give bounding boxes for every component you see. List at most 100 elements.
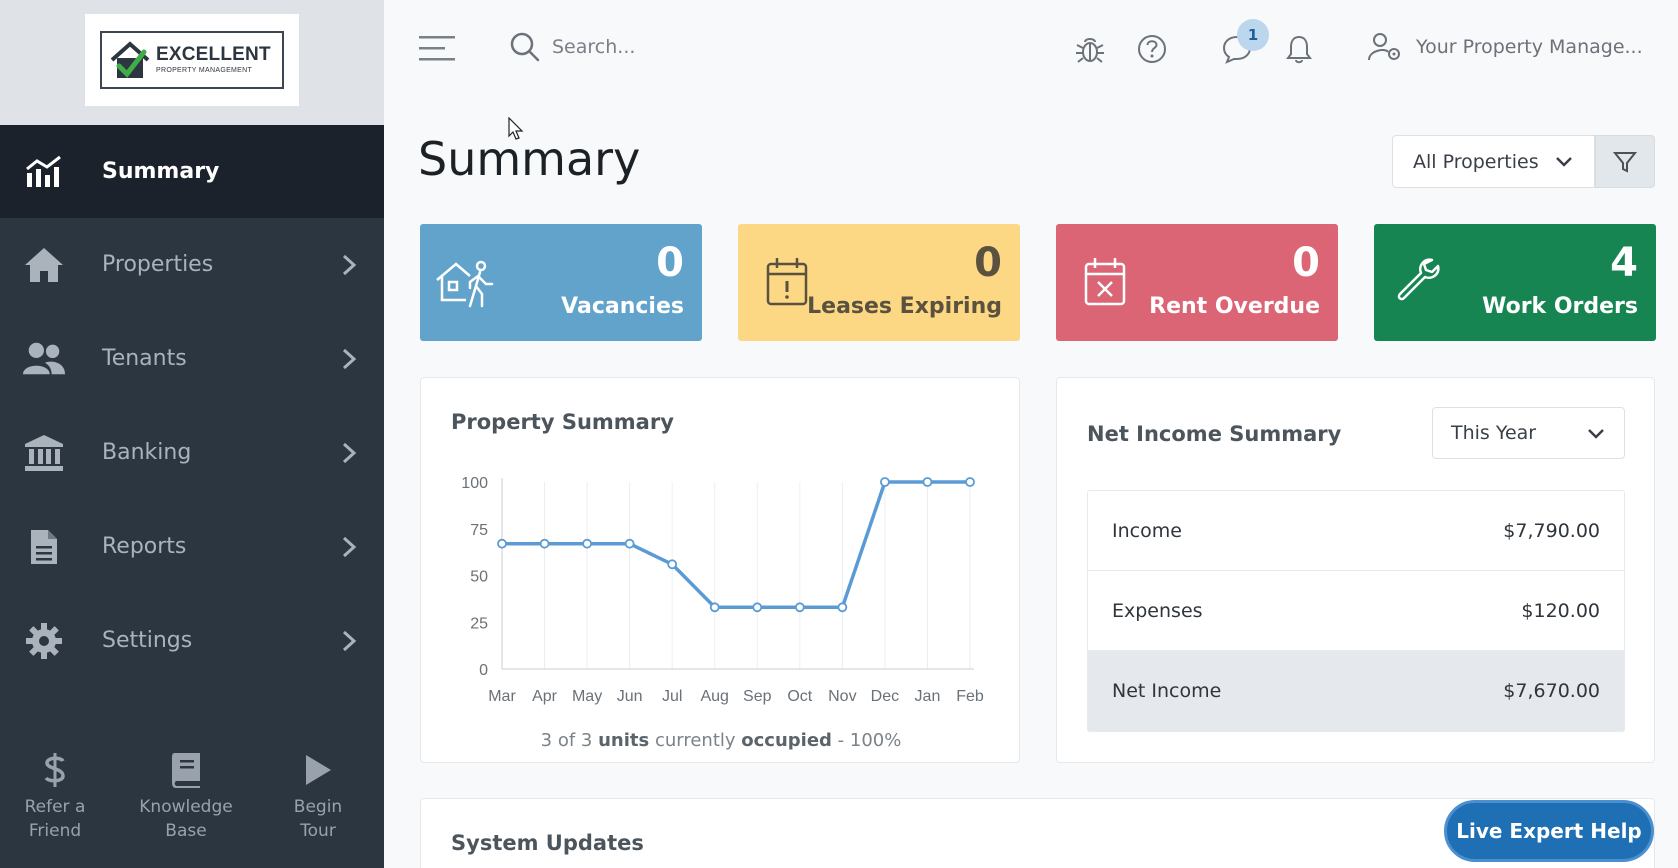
net-income-panel: Net Income Summary This Year Income $7,7… xyxy=(1056,377,1655,763)
sidebar-item-settings[interactable]: Settings xyxy=(0,594,384,687)
user-settings-icon xyxy=(1368,33,1400,61)
y-tick-label: 50 xyxy=(470,569,488,586)
search-icon xyxy=(510,32,540,62)
logo-area: EXCELLENT PROPERTY MANAGEMENT xyxy=(0,0,384,125)
sidebar: EXCELLENT PROPERTY MANAGEMENT Summary Pr… xyxy=(0,0,384,868)
occupancy-text: 3 of 3 units currently occupied - 100% xyxy=(421,730,1021,751)
data-point xyxy=(624,538,635,549)
occupancy-units: units xyxy=(598,730,650,751)
net-income-label: Net Income xyxy=(1112,680,1222,702)
x-tick-label: Jan xyxy=(915,688,941,705)
chevron-down-icon xyxy=(1588,429,1604,439)
calendar-x-icon xyxy=(1084,258,1126,306)
live-expert-help-button[interactable]: Live Expert Help xyxy=(1444,800,1654,862)
work-orders-count: 4 xyxy=(1610,240,1638,286)
refer-friend-label-1: Refer a xyxy=(24,797,86,817)
rent-overdue-label: Rent Overdue xyxy=(1149,294,1320,319)
x-tick-label: Sep xyxy=(743,688,772,705)
data-point xyxy=(880,477,890,487)
leases-expiring-count: 0 xyxy=(974,240,1002,286)
property-filter-select[interactable]: All Properties xyxy=(1392,135,1595,188)
income-row: Income $7,790.00 xyxy=(1088,491,1624,571)
y-tick-label: 25 xyxy=(470,615,488,632)
menu-toggle-icon[interactable] xyxy=(419,34,457,64)
x-tick-label: Dec xyxy=(871,688,899,705)
house-check-icon xyxy=(110,40,150,78)
book-icon xyxy=(131,745,241,795)
wrench-icon xyxy=(1397,258,1440,301)
sidebar-item-banking[interactable]: Banking xyxy=(0,406,384,499)
period-select[interactable]: This Year xyxy=(1432,407,1625,459)
property-summary-panel: Property Summary 0 25 50 75 100 Mar Apr May Jun J… xyxy=(420,377,1020,763)
data-point xyxy=(752,602,763,613)
house-person-icon xyxy=(436,260,494,308)
user-menu[interactable]: Your Property Manage... xyxy=(1368,32,1643,62)
x-tick-label: Aug xyxy=(700,688,728,705)
leases-expiring-label: Leases Expiring xyxy=(807,294,1002,319)
gear-icon xyxy=(22,619,66,663)
expenses-label: Expenses xyxy=(1112,599,1203,622)
knowledge-base-link[interactable]: Knowledge Base xyxy=(131,745,241,843)
chart-icon xyxy=(22,150,66,194)
expenses-row: Expenses $120.00 xyxy=(1088,571,1624,651)
help-icon[interactable] xyxy=(1137,34,1167,64)
document-icon xyxy=(22,525,66,569)
system-updates-title: System Updates xyxy=(451,831,644,855)
leases-expiring-card[interactable]: 0 Leases Expiring xyxy=(738,224,1020,341)
data-point xyxy=(582,538,592,549)
refer-friend-label-2: Friend xyxy=(28,821,82,841)
data-point xyxy=(667,559,678,570)
y-tick-label: 0 xyxy=(479,662,488,679)
property-filter-value: All Properties xyxy=(1413,150,1539,173)
chevron-right-icon xyxy=(342,348,357,369)
sidebar-item-tenants[interactable]: Tenants xyxy=(0,312,384,405)
sidebar-item-summary[interactable]: Summary xyxy=(0,125,384,218)
search-input[interactable] xyxy=(552,36,752,58)
x-tick-label: Apr xyxy=(532,688,558,705)
filter-button[interactable] xyxy=(1595,135,1655,188)
work-orders-label: Work Orders xyxy=(1482,294,1638,319)
sidebar-item-label: Reports xyxy=(102,534,187,559)
chevron-right-icon xyxy=(342,442,357,463)
rent-overdue-count: 0 xyxy=(1292,240,1320,286)
company-logo[interactable]: EXCELLENT PROPERTY MANAGEMENT xyxy=(85,13,299,106)
data-point xyxy=(497,538,507,549)
sidebar-item-label: Settings xyxy=(102,628,193,653)
knowledge-base-label-1: Knowledge xyxy=(139,797,233,817)
data-point xyxy=(837,602,848,613)
occupancy-count: 3 of 3 xyxy=(540,730,593,751)
vacancies-card[interactable]: 0 Vacancies xyxy=(420,224,702,341)
logo-subtitle: PROPERTY MANAGEMENT xyxy=(156,67,253,74)
rent-overdue-card[interactable]: 0 Rent Overdue xyxy=(1056,224,1338,341)
chevron-right-icon xyxy=(342,536,357,557)
data-point xyxy=(965,477,975,487)
occupancy-chart: 0 25 50 75 100 Mar Apr May Jun Jul Aug Sep Oct Nov Dec… xyxy=(461,475,984,705)
y-tick-label: 75 xyxy=(470,522,488,539)
y-tick-label: 100 xyxy=(461,475,488,492)
x-tick-label: Mar xyxy=(488,688,516,705)
sidebar-item-label: Tenants xyxy=(102,346,187,371)
expenses-value: $120.00 xyxy=(1521,599,1600,622)
bug-icon[interactable] xyxy=(1075,34,1105,64)
x-tick-label: Nov xyxy=(828,688,856,705)
bell-icon[interactable] xyxy=(1284,34,1314,64)
sidebar-item-label: Banking xyxy=(102,440,192,465)
x-tick-label: Feb xyxy=(956,688,984,705)
income-value: $7,790.00 xyxy=(1503,519,1600,542)
begin-tour-link[interactable]: Begin Tour xyxy=(263,745,373,843)
sidebar-item-reports[interactable]: Reports xyxy=(0,500,384,593)
work-orders-card[interactable]: 4 Work Orders xyxy=(1374,224,1656,341)
data-point xyxy=(922,477,933,487)
occupancy-percent: - 100% xyxy=(837,730,902,751)
data-point xyxy=(709,602,720,613)
sidebar-item-label: Properties xyxy=(102,252,214,277)
calendar-alert-icon xyxy=(766,258,808,306)
sidebar-item-properties[interactable]: Properties xyxy=(0,218,384,311)
chevron-right-icon xyxy=(342,630,357,651)
users-icon xyxy=(22,337,66,381)
refer-friend-link[interactable]: Refer a Friend xyxy=(0,745,110,843)
messages-count-badge: 1 xyxy=(1237,19,1269,51)
page-title: Summary xyxy=(418,132,641,186)
net-income-value: $7,670.00 xyxy=(1503,680,1600,702)
income-label: Income xyxy=(1112,519,1182,542)
